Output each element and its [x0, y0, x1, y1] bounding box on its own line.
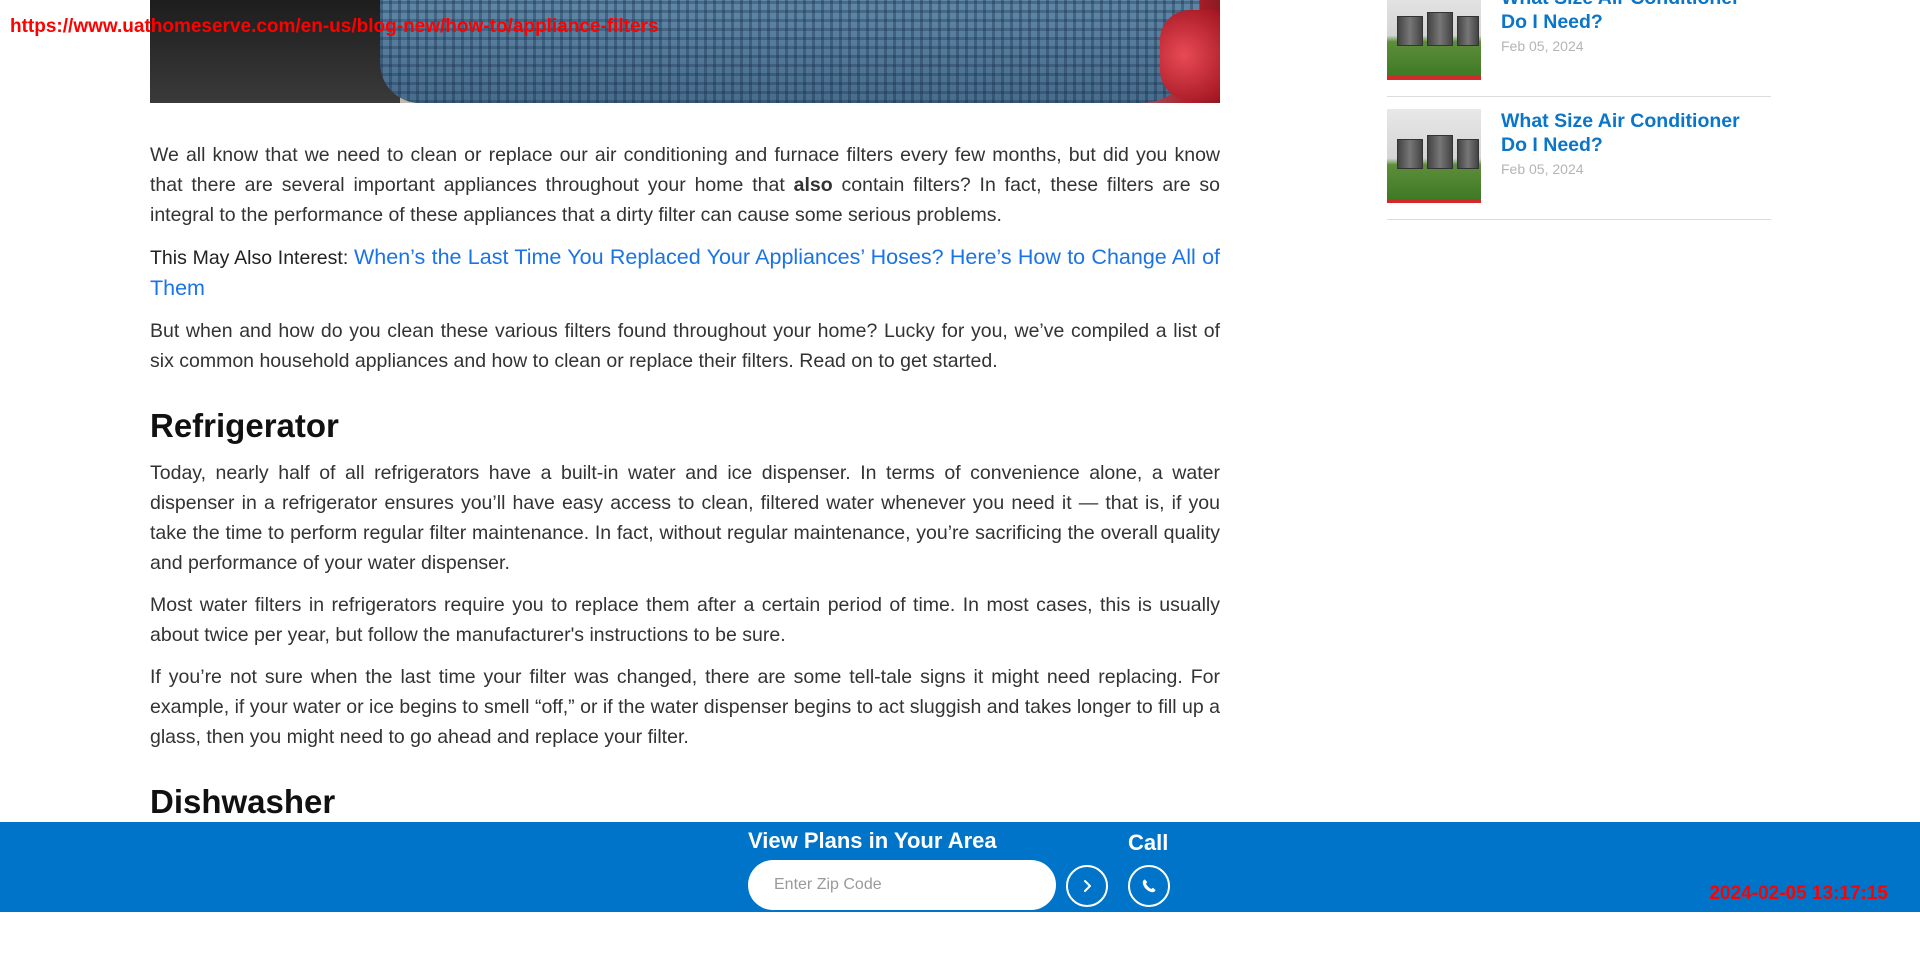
- intro-bold-word: also: [793, 174, 833, 196]
- view-plans-bar: View Plans in Your Area Call: [0, 822, 1920, 912]
- heading-dishwasher: Dishwasher: [150, 783, 336, 820]
- call-button[interactable]: [1128, 865, 1170, 907]
- sidebar-post[interactable]: What Size Air Conditioner Do I Need? Feb…: [1387, 109, 1771, 220]
- chevron-right-icon: [1084, 880, 1091, 892]
- heading-refrigerator: Refrigerator: [150, 407, 339, 444]
- paragraph-2: But when and how do you clean these vari…: [150, 320, 1220, 372]
- related-posts-sidebar: What Size Air Conditioner Do I Need? Feb…: [1387, 0, 1771, 232]
- zip-code-input[interactable]: [748, 860, 1056, 910]
- sidebar-post-title[interactable]: What Size Air Conditioner Do I Need?: [1501, 109, 1771, 157]
- url-overlay: https://www.uathomeserve.com/en-us/blog-…: [10, 16, 659, 37]
- sidebar-thumbnail[interactable]: [1387, 0, 1481, 80]
- refrigerator-paragraph-2: Most water filters in refrigerators requ…: [150, 594, 1220, 646]
- intro-paragraph: We all know that we need to clean or rep…: [150, 140, 1220, 230]
- zip-submit-button[interactable]: [1066, 865, 1108, 907]
- refrigerator-paragraph-1: Today, nearly half of all refrigerators …: [150, 462, 1220, 574]
- also-interest-label: This May Also Interest:: [150, 247, 354, 269]
- also-interest: This May Also Interest: When’s the Last …: [150, 242, 1220, 304]
- article-body: We all know that we need to clean or rep…: [150, 140, 1220, 834]
- sidebar-post-date: Feb 05, 2024: [1501, 161, 1584, 177]
- timestamp-overlay: 2024-02-05 13:17:15: [1709, 883, 1888, 904]
- sidebar-thumbnail[interactable]: [1387, 109, 1481, 203]
- call-label: Call: [1128, 830, 1169, 855]
- red-object-graphic: [1160, 10, 1220, 100]
- view-plans-title: View Plans in Your Area: [748, 828, 997, 853]
- sidebar-post[interactable]: What Size Air Conditioner Do I Need? Feb…: [1387, 0, 1771, 97]
- sidebar-post-title[interactable]: What Size Air Conditioner Do I Need?: [1501, 0, 1771, 34]
- refrigerator-paragraph-3: If you’re not sure when the last time yo…: [150, 666, 1220, 748]
- phone-icon: [1142, 879, 1156, 893]
- sidebar-post-date: Feb 05, 2024: [1501, 38, 1584, 54]
